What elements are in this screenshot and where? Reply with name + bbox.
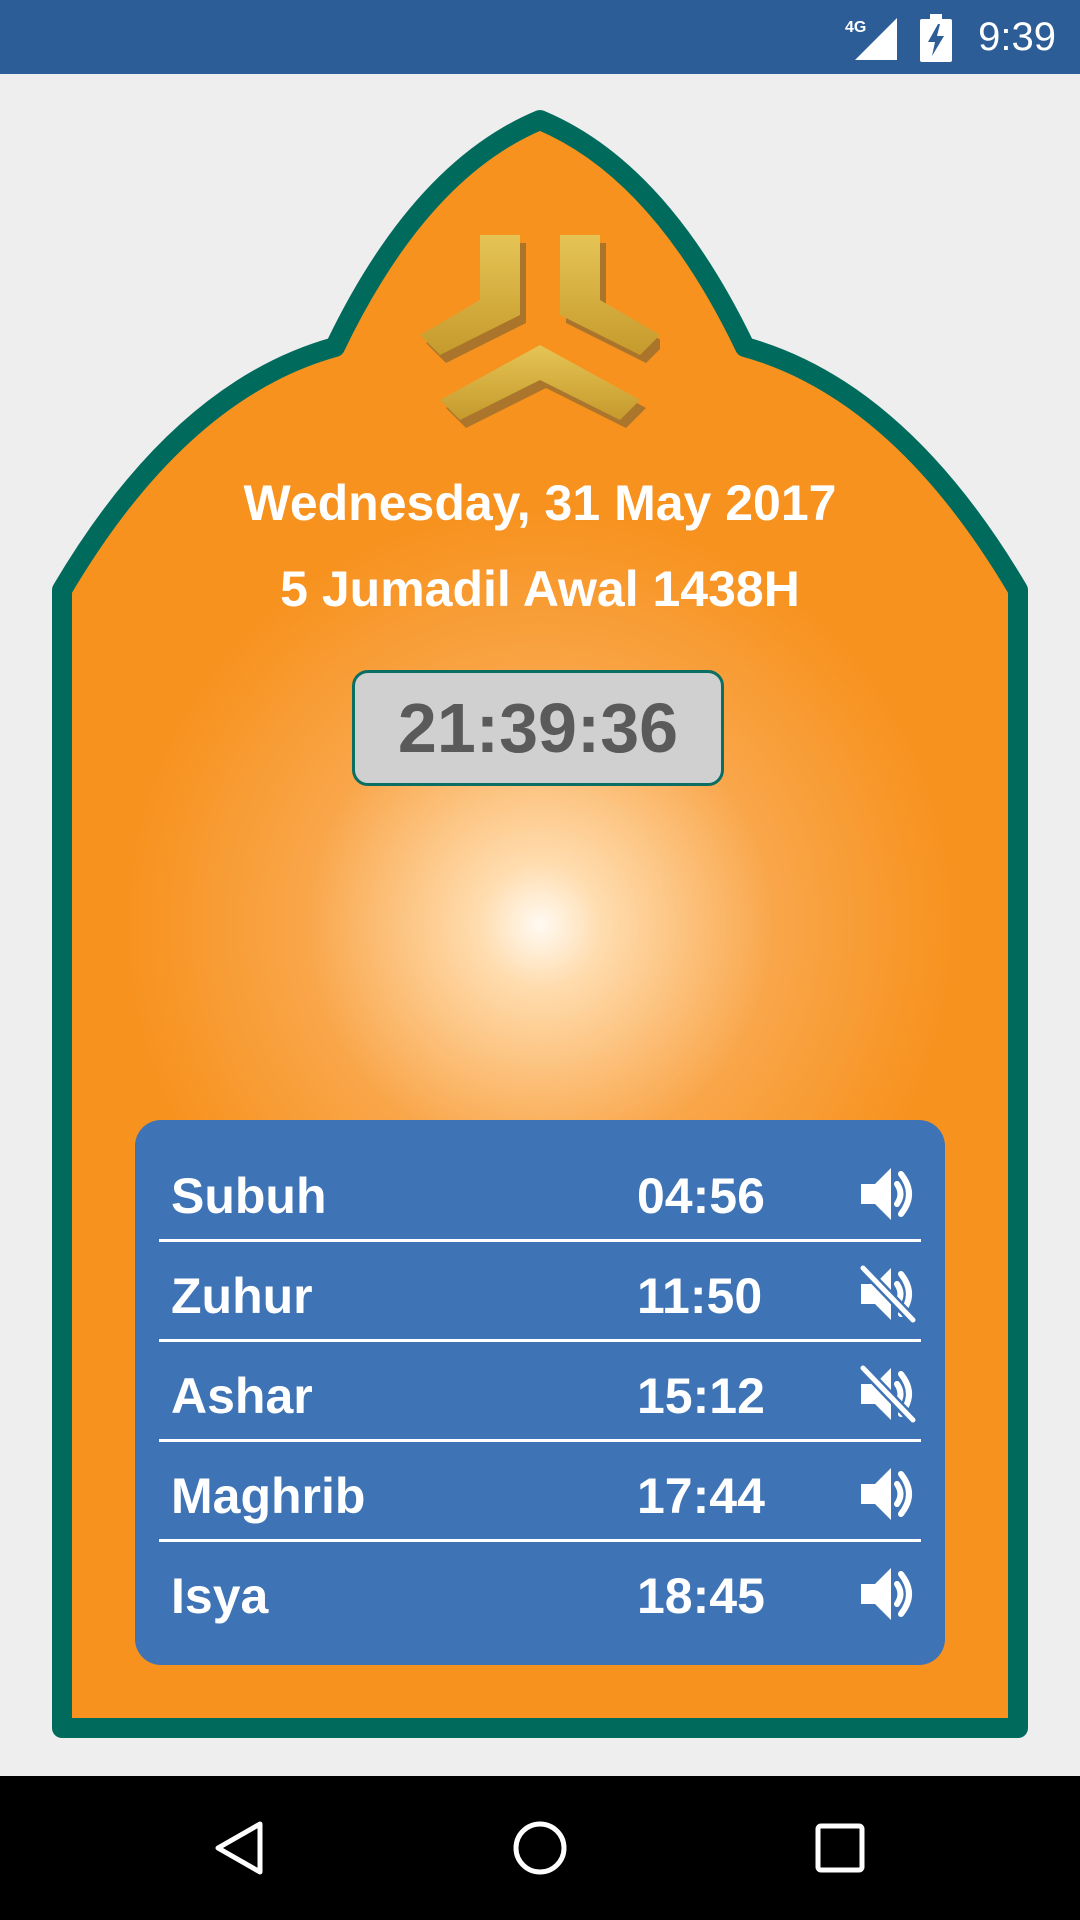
prayer-time: 15:12: [637, 1368, 765, 1424]
prayer-name: Zuhur: [171, 1268, 313, 1324]
prayer-time: 17:44: [637, 1468, 765, 1524]
hijri-date: 5 Jumadil Awal 1438H: [280, 561, 800, 617]
navigation-bar: [0, 1776, 1080, 1920]
gregorian-date: Wednesday, 31 May 2017: [243, 475, 837, 531]
volume-off-icon[interactable]: [859, 1364, 917, 1424]
prayer-row-ashar[interactable]: Ashar 15:12: [159, 1344, 921, 1442]
row-divider: [159, 1439, 921, 1442]
prayer-row-maghrib[interactable]: Maghrib 17:44: [159, 1444, 921, 1542]
row-divider: [159, 1239, 921, 1242]
row-divider: [159, 1539, 921, 1542]
prayer-name: Maghrib: [171, 1468, 366, 1524]
prayer-name: Ashar: [171, 1368, 313, 1424]
prayer-time: 04:56: [637, 1168, 765, 1224]
prayer-time: 11:50: [637, 1268, 763, 1324]
logo-emblem: [420, 235, 660, 428]
prayer-row-zuhur[interactable]: Zuhur 11:50: [159, 1244, 921, 1342]
home-circle-icon[interactable]: [510, 1818, 570, 1878]
volume-on-icon[interactable]: [859, 1464, 917, 1524]
row-divider: [159, 1339, 921, 1342]
prayer-times-panel: Subuh 04:56 Zuhur 11:50 Ashar 15:12 Magh…: [135, 1120, 945, 1665]
current-time-display: 21:39:36: [352, 670, 724, 786]
prayer-time: 18:45: [637, 1568, 765, 1624]
volume-on-icon[interactable]: [859, 1564, 917, 1624]
prayer-row-subuh[interactable]: Subuh 04:56: [159, 1144, 921, 1242]
prayer-name: Isya: [171, 1568, 269, 1624]
volume-off-icon[interactable]: [859, 1264, 917, 1324]
recents-square-icon[interactable]: [810, 1818, 870, 1878]
prayer-name: Subuh: [171, 1168, 327, 1224]
back-triangle-icon[interactable]: [210, 1818, 270, 1878]
prayer-row-isya[interactable]: Isya 18:45: [159, 1544, 921, 1642]
volume-on-icon[interactable]: [859, 1164, 917, 1224]
